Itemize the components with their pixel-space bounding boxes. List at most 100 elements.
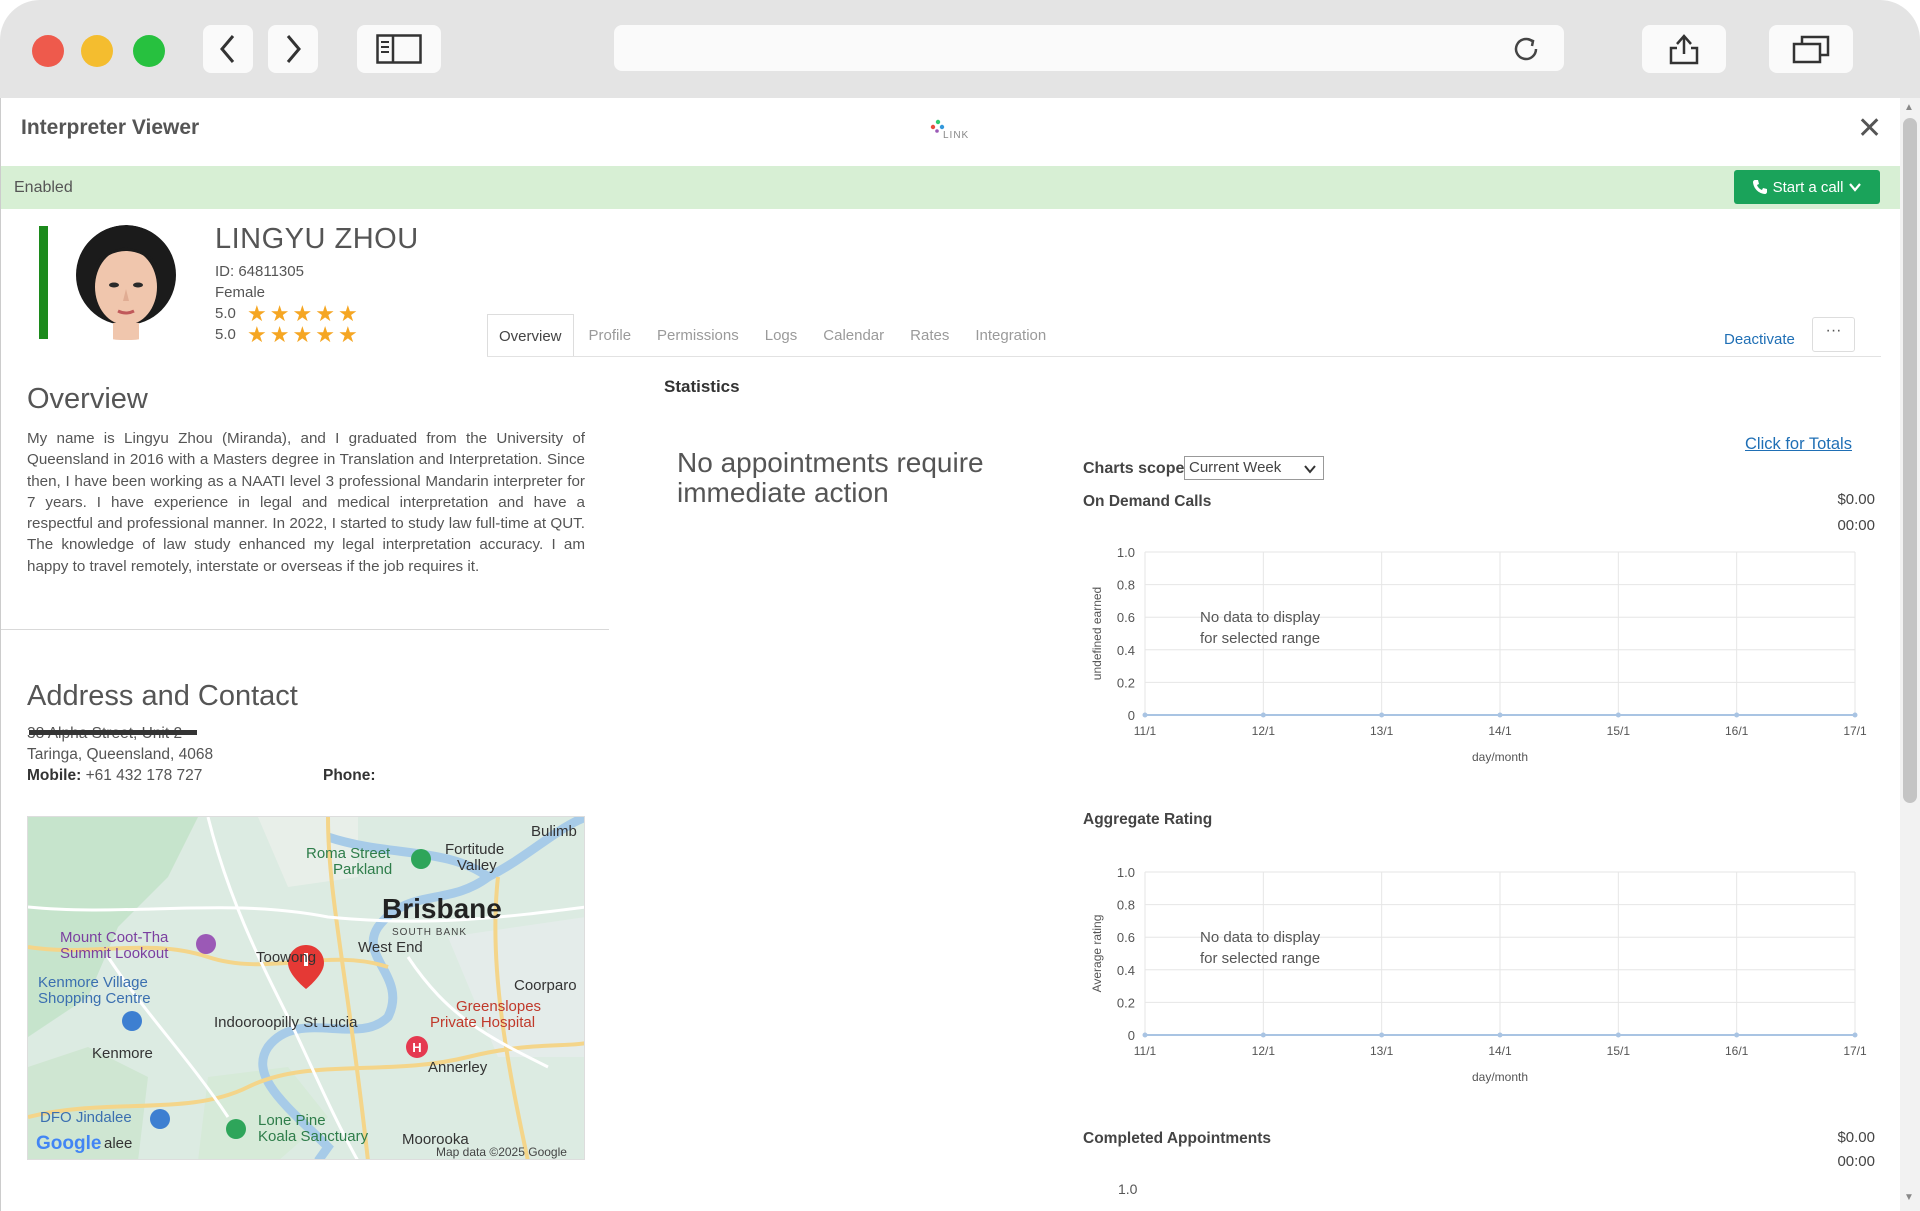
click-for-totals-link[interactable]: Click for Totals: [1745, 435, 1852, 454]
map-label-coorparoo: Coorparo: [514, 977, 577, 994]
redaction-bar: [29, 730, 197, 735]
y-tick-label: 0.8: [1117, 578, 1135, 593]
tab-divider: [487, 356, 1881, 357]
chart-title-aggregate-rating: Aggregate Rating: [1083, 811, 1213, 828]
y-tick-label: 0.8: [1117, 898, 1135, 913]
sidebar-toggle-button[interactable]: [357, 25, 441, 73]
mobile-label: Mobile:: [27, 767, 82, 784]
back-button[interactable]: [203, 25, 253, 73]
reload-icon[interactable]: [1510, 33, 1542, 65]
chart-title-completed-appointments: Completed Appointments: [1083, 1130, 1272, 1147]
tab-calendar[interactable]: Calendar: [812, 314, 895, 357]
star-icon: ★: [315, 301, 335, 326]
on-demand-calls-chart: 0 0.2 0.4 0.6 0.8 1.0 11/1 12/1 13/1 14/1 15/1 16/1…: [1090, 545, 1867, 764]
completed-time: 00:00: [1837, 1153, 1875, 1170]
window-titlebar: Interpreter Viewer LINK ✕: [1, 98, 1900, 166]
location-map[interactable]: H Bulimb Roma Street Parkland Fortitude …: [27, 816, 585, 1160]
data-point: [1497, 1032, 1503, 1038]
scroll-up-icon[interactable]: ▲: [1904, 102, 1914, 113]
data-point: [1615, 712, 1621, 718]
profile-tabs: Overview Profile Permissions Logs Calend…: [487, 314, 1061, 357]
map-label-lone-pine: Lone Pine: [258, 1112, 326, 1129]
mobile-number[interactable]: +61 432 178 727: [86, 767, 203, 784]
x-tick-label: 13/1: [1370, 1044, 1394, 1058]
map-label-roma: Roma Street: [306, 845, 391, 862]
chevron-down-icon: [1849, 183, 1862, 192]
data-point: [1852, 712, 1858, 718]
close-viewer-button[interactable]: ✕: [1857, 114, 1882, 144]
chevron-right-icon: [286, 35, 301, 63]
data-point: [1260, 1032, 1266, 1038]
start-call-button[interactable]: Start a call: [1734, 170, 1880, 204]
chevron-down-icon: [1304, 465, 1316, 474]
forward-button[interactable]: [268, 25, 318, 73]
no-data-annotation: No data to display for selected range: [1200, 929, 1321, 967]
browser-toolbar: [0, 0, 1920, 98]
chart-title-on-demand: On Demand Calls: [1083, 493, 1212, 510]
map-label-valley: Valley: [457, 857, 497, 874]
overview-heading: Overview: [27, 383, 148, 415]
suburb-address: Taringa, Queensland, 4068: [27, 746, 214, 763]
status-indicator-bar: [39, 226, 48, 339]
y-tick-label: 0.6: [1117, 610, 1135, 625]
map-label-toowong: Toowong: [256, 949, 317, 966]
phone-label: Phone:: [323, 767, 376, 784]
map-label-private-hospital: Private Hospital: [430, 1014, 536, 1031]
minimize-window-button[interactable]: [81, 35, 113, 67]
star-icon: ★: [337, 322, 358, 347]
star-icon: ★: [269, 322, 290, 347]
x-tick-label: 16/1: [1725, 1044, 1749, 1058]
tab-logs[interactable]: Logs: [754, 314, 809, 357]
x-tick-label: 16/1: [1725, 724, 1749, 738]
interpreter-id: ID: 64811305: [215, 263, 304, 280]
tab-integration[interactable]: Integration: [964, 314, 1057, 357]
map-attribution[interactable]: Map data ©2025 Google: [436, 1145, 567, 1159]
data-point: [1734, 1032, 1740, 1038]
y-tick-label: 1.0: [1118, 1181, 1138, 1197]
charts-scope-select[interactable]: Current Week: [1184, 456, 1324, 480]
map-label-jindalee: alee: [104, 1135, 133, 1152]
tab-overview[interactable]: Overview: [487, 314, 574, 357]
x-axis-label: day/month: [1472, 750, 1528, 764]
maximize-window-button[interactable]: [133, 35, 165, 67]
data-point: [1497, 712, 1503, 718]
tabs-icon: [1792, 35, 1830, 64]
address-bar[interactable]: [614, 25, 1564, 71]
no-data-annotation: No data to display for selected range: [1200, 609, 1321, 647]
map-label-dfo: DFO Jindalee: [40, 1109, 132, 1126]
star-icon: ★: [292, 322, 313, 347]
map-label-brisbane: Brisbane: [382, 893, 502, 924]
close-window-button[interactable]: [32, 35, 64, 67]
x-tick-label: 17/1: [1843, 1044, 1867, 1058]
x-tick-label: 11/1: [1134, 724, 1157, 738]
no-appointments-message: No appointments require immediate action: [677, 447, 984, 508]
share-button[interactable]: [1642, 25, 1726, 73]
map-label-westend: West End: [358, 939, 423, 956]
x-tick-label: 15/1: [1607, 1044, 1631, 1058]
data-point: [1142, 1032, 1148, 1038]
star-rating: ★ ★ ★ ★ ★: [247, 301, 358, 326]
tab-profile[interactable]: Profile: [578, 314, 643, 357]
data-point: [1379, 712, 1385, 718]
interpreter-viewer-window: Interpreter Viewer LINK ✕ Enabled Start …: [0, 98, 1900, 1211]
x-tick-label: 13/1: [1370, 724, 1394, 738]
tab-permissions[interactable]: Permissions: [646, 314, 750, 357]
map-label-greenslopes: Greenslopes: [456, 998, 542, 1015]
on-demand-time: 00:00: [1837, 517, 1875, 534]
window-title: Interpreter Viewer: [21, 116, 200, 139]
scroll-down-icon[interactable]: ▼: [1904, 1192, 1914, 1203]
scrollbar-thumb[interactable]: [1903, 118, 1917, 803]
on-demand-amount: $0.00: [1837, 491, 1875, 508]
y-axis-label: undefined earned: [1090, 587, 1104, 680]
deactivate-link[interactable]: Deactivate: [1724, 331, 1795, 348]
map-label-kenmore-village: Kenmore Village: [38, 974, 148, 991]
status-label: Enabled: [14, 179, 73, 196]
map-label-bulimba: Bulimb: [531, 823, 577, 840]
address-heading: Address and Contact: [27, 680, 298, 712]
more-actions-button[interactable]: ···: [1812, 317, 1855, 352]
data-point: [1142, 712, 1148, 718]
x-tick-label: 15/1: [1607, 724, 1631, 738]
tab-rates[interactable]: Rates: [899, 314, 960, 357]
tabs-overview-button[interactable]: [1769, 25, 1853, 73]
y-axis-label: Average rating: [1090, 915, 1104, 993]
